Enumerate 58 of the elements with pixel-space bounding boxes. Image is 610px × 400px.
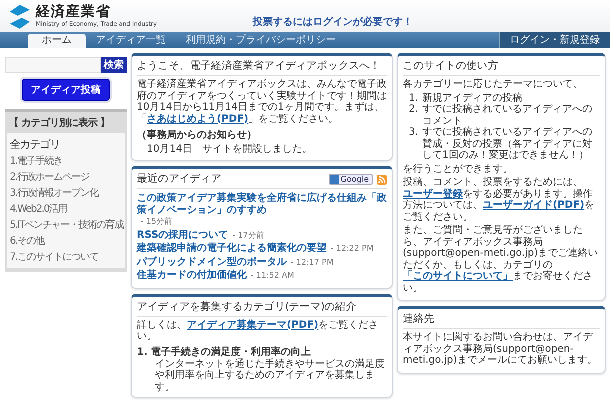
- link[interactable]: ユーザー登録: [403, 188, 463, 200]
- idea-link[interactable]: この政策アイデア募集実験を全府省に広げる仕組み「政策イノベーション」のすすめ: [137, 193, 387, 216]
- theme-title: 1. 電子手続きの満足度・利用率の向上: [137, 345, 312, 358]
- idea-link[interactable]: 建築確認申請の電子化による簡素化の要望: [137, 243, 327, 254]
- idea-link[interactable]: 住基カードの付加価値化: [137, 270, 247, 282]
- category-link[interactable]: 全カテゴリ: [10, 136, 122, 153]
- panel-title: 【 カテゴリ別に表示 】: [8, 116, 111, 131]
- step-number: 1.: [409, 92, 419, 104]
- nav-tab[interactable]: 利用規約・プライバシーポリシー: [176, 34, 346, 48]
- link[interactable]: ユーザーガイド(PDF): [483, 200, 585, 211]
- theme-description: インターネットを通じた手続きやサービスの満足度や利用率を向上するためのアイディアを募集します。: [155, 358, 386, 393]
- link[interactable]: アイディア募集テーマ(PDF): [187, 320, 319, 330]
- search-field[interactable]: [5, 57, 101, 73]
- add-to-google-button[interactable]: Google: [328, 174, 373, 185]
- idea-link[interactable]: パブリックドメイン型のポータル: [137, 256, 287, 268]
- nav-tab[interactable]: ホーム: [28, 34, 86, 48]
- category-link[interactable]: 7.このサイトについて: [10, 249, 122, 265]
- link[interactable]: さあはじめよう(PDF): [147, 114, 249, 124]
- category-link[interactable]: 5.ITベンチャー・技術の育成: [10, 217, 122, 233]
- news-heading: （事務局からのお知らせ）: [137, 128, 258, 142]
- link[interactable]: 「このサイトについて」: [403, 271, 513, 282]
- intro-text: 各カテゴリーに応じたテーマについて、: [403, 79, 584, 90]
- idea-time: - 11:52 AM: [251, 271, 294, 280]
- welcome-text: 電子経済産業省アイディアボックスは、みんなで電子政府のアイディアをつくっていく実験サイトです！期間は10月14日から11月14日までの1ヶ月間です。まずは、「さあはじめよう(PDF)」をご覧ください。: [137, 79, 387, 125]
- idea-time: - 15分前: [141, 217, 173, 226]
- step-text: 新規アイディアの投稿: [422, 92, 523, 104]
- step-text: すでに投稿されているアイディアへのコメント: [422, 104, 594, 126]
- search-button[interactable]: 検索: [101, 57, 127, 73]
- card-title: 最近のアイディア: [137, 172, 223, 187]
- login-notice: 投票するにはログインが必要です！: [253, 16, 414, 28]
- contact-text: 本サイトに関するお問い合わせは、アイディアボックス事務局(support@open-meti.go.jp)までメールにてお願いします。: [403, 332, 598, 366]
- news-item: 10月14日 サイトを開設しました。: [147, 142, 314, 156]
- card-title: ようこそ、電子経済産業省アイディアボックスへ！: [137, 58, 387, 76]
- category-link[interactable]: 2.行政ホームページ: [10, 169, 122, 185]
- idea-time: - 17分前: [232, 230, 264, 240]
- step-text: すでに投稿されているアイディアへの賛成・反対の投票（各アイディアに対して1回のみ！変更はできません！）: [422, 127, 594, 162]
- logo-title: 経済産業省: [36, 5, 112, 21]
- card-title: このサイトの使い方: [403, 58, 600, 76]
- login-link[interactable]: ログイン・新規登録: [499, 32, 610, 48]
- category-link[interactable]: 3.行政情報オープン化: [10, 185, 122, 201]
- logo-icon: [10, 4, 30, 28]
- category-link[interactable]: 1.電子手続き: [10, 153, 122, 169]
- intro-text: 詳しくは、アイディア募集テーマ(PDF)をご覧ください。: [137, 320, 380, 342]
- idea-time: - 12:22 PM: [331, 244, 374, 253]
- body-text: を行うことができます。: [403, 164, 514, 175]
- step-number: 2.: [409, 104, 419, 117]
- step-number: 3.: [409, 127, 419, 140]
- idea-link[interactable]: RSSの採用について: [137, 230, 229, 241]
- rss-icon[interactable]: [377, 174, 387, 184]
- card-title: アイディアを募集するカテゴリ(テーマ)の紹介: [137, 298, 387, 316]
- category-link[interactable]: 4.Web2.0活用: [10, 201, 122, 217]
- body-text: 投稿、コメント、投票をするためには、 ユーザー登録をする必要があります。操作方法については、ユーザーガイド(PDF)をご覧ください。: [403, 177, 596, 223]
- card-title: 連絡先: [403, 311, 600, 329]
- idea-time: - 12:17 PM: [291, 258, 334, 266]
- category-link[interactable]: 6.その他: [10, 233, 122, 249]
- nav-tab[interactable]: アイディア一覧: [86, 34, 176, 48]
- body-text: また、ご質問・ご意見等がございましたら、アイディアボックス事務局(support@open-meti.go.jp)までご連絡いただくか、もしくは、カテゴリの 「このサイトについて」までお寄せください。: [403, 225, 600, 294]
- post-idea-button[interactable]: アイディア投稿: [22, 79, 110, 101]
